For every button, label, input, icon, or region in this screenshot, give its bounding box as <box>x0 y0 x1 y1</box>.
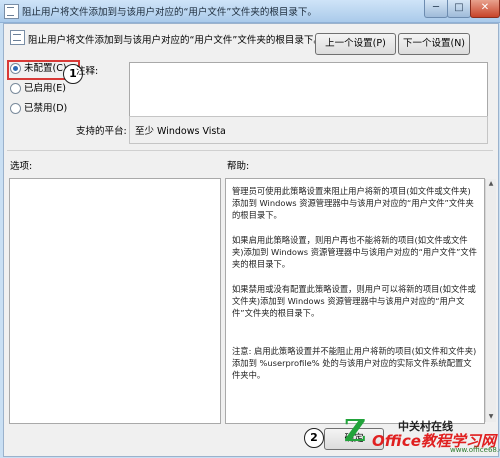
minimize-button[interactable]: ─ <box>424 0 448 18</box>
options-panel <box>9 178 221 424</box>
previous-setting-button[interactable]: 上一个设置(P) <box>315 33 396 55</box>
window-title: 阻止用户将文件添加到与该用户对应的“用户文件”文件夹的根目录下。 <box>22 7 317 18</box>
policy-setting-icon <box>10 30 25 45</box>
platform-label: 支持的平台: <box>76 126 127 137</box>
title-bar: 阻止用户将文件添加到与该用户对应的“用户文件”文件夹的根目录下。 ─ □ ✕ <box>0 0 500 23</box>
radio-label: 已禁用(D) <box>24 103 68 114</box>
maximize-button[interactable]: □ <box>447 0 471 18</box>
policy-title: 阻止用户将文件添加到与该用户对应的“用户文件”文件夹的根目录下。 <box>28 35 323 46</box>
radio-enabled[interactable]: 已启用(E) <box>10 82 66 96</box>
callout-badge-2: 2 <box>304 428 324 448</box>
scroll-up-arrow-icon[interactable]: ▲ <box>486 179 496 189</box>
policy-window-icon <box>4 4 19 19</box>
radio-unselected-icon <box>10 83 21 94</box>
section-divider <box>7 150 493 151</box>
comment-textarea[interactable] <box>129 62 488 122</box>
radio-not-configured[interactable]: 未配置(C) <box>10 62 67 76</box>
help-label: 帮助: <box>227 161 250 172</box>
help-paragraph: 如果禁用或没有配置此策略设置，则用户可以将新的项目(如文件或文件夹)添加到 Wi… <box>232 284 476 318</box>
platform-value: 至少 Windows Vista <box>135 126 226 137</box>
help-paragraph: 注意: 启用此策略设置并不能阻止用户将新的项目(如文件和文件夹)添加到 %use… <box>232 346 477 380</box>
help-panel: 管理员可使用此策略设置来阻止用户将新的项目(如文件或文件夹)添加到 Window… <box>225 178 485 424</box>
comment-label: 注释: <box>76 66 99 77</box>
watermark-logo: Z <box>344 414 366 449</box>
watermark-url: www.office68.com <box>450 446 500 454</box>
help-paragraph: 管理员可使用此策略设置来阻止用户将新的项目(如文件或文件夹)添加到 Window… <box>232 186 474 220</box>
help-paragraph: 如果启用此策略设置，则用户再也不能将新的项目(如文件或文件夹)添加到 Windo… <box>232 235 477 269</box>
radio-label: 未配置(C) <box>24 63 67 74</box>
help-scrollbar[interactable]: ▲ ▼ <box>485 179 496 422</box>
platform-field: 至少 Windows Vista <box>129 116 488 144</box>
close-button[interactable]: ✕ <box>470 0 500 18</box>
options-label: 选项: <box>10 161 33 172</box>
next-setting-button[interactable]: 下一个设置(N) <box>398 33 470 55</box>
radio-disabled[interactable]: 已禁用(D) <box>10 102 67 116</box>
radio-selected-icon <box>10 63 21 74</box>
radio-label: 已启用(E) <box>24 83 66 94</box>
watermark: Z 中关村在线 Office教程学习网 www.office68.com <box>344 412 500 454</box>
policy-dialog: 阻止用户将文件添加到与该用户对应的“用户文件”文件夹的根目录下。 上一个设置(P… <box>3 23 500 457</box>
radio-unselected-icon <box>10 103 21 114</box>
